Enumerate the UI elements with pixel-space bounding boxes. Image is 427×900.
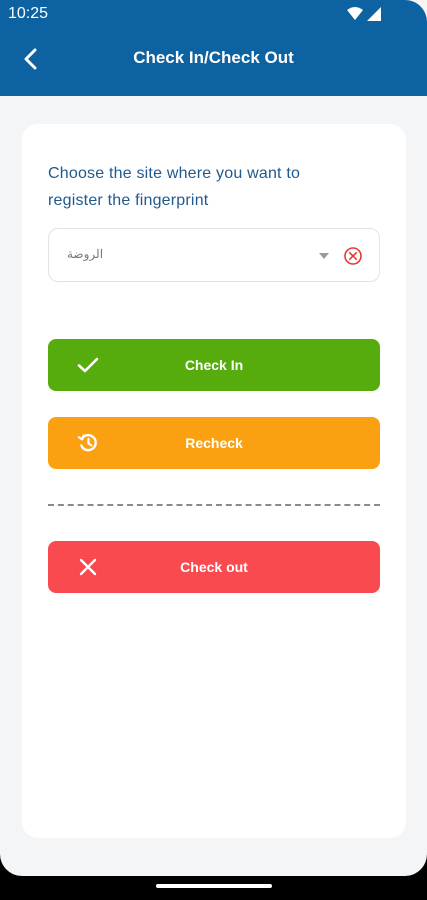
recheck-button[interactable]: Recheck: [48, 417, 380, 469]
screen: 10:25 Check In/Check Out Choose the site…: [0, 0, 427, 900]
check-out-button[interactable]: Check out: [48, 541, 380, 593]
status-icons: [347, 7, 381, 21]
site-dropdown[interactable]: الروضة: [48, 228, 380, 282]
page-title: Check In/Check Out: [133, 48, 294, 67]
signal-icon: [367, 7, 381, 21]
status-bar: 10:25: [0, 0, 427, 30]
check-in-label: Check In: [184, 357, 244, 373]
chevron-down-icon[interactable]: [319, 253, 329, 259]
check-out-label: Check out: [180, 559, 248, 575]
check-in-card: Choose the site where you want to regist…: [22, 124, 406, 838]
divider: [48, 504, 380, 506]
system-nav-bar: [0, 876, 427, 900]
app-bar: 10:25 Check In/Check Out: [0, 0, 427, 96]
clear-icon[interactable]: [343, 246, 363, 266]
home-indicator[interactable]: [156, 884, 272, 888]
status-time: 10:25: [8, 5, 49, 22]
app-container: 10:25 Check In/Check Out Choose the site…: [0, 0, 427, 876]
wifi-icon: [347, 7, 363, 20]
site-selected-value: الروضة: [67, 247, 104, 261]
check-in-button[interactable]: Check In: [48, 339, 380, 391]
site-prompt: Choose the site where you want to regist…: [48, 165, 301, 209]
recheck-label: Recheck: [185, 435, 243, 451]
